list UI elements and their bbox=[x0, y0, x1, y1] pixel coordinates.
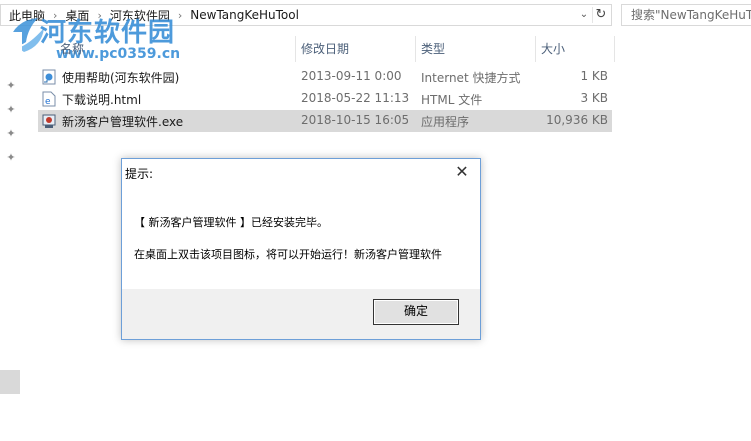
pin-icon[interactable]: ✦ bbox=[5, 128, 17, 140]
chevron-right-icon[interactable]: › bbox=[178, 9, 182, 22]
svg-text:e: e bbox=[45, 97, 51, 107]
file-size: 10,936 KB bbox=[546, 113, 608, 127]
column-name[interactable]: 名称 bbox=[60, 40, 84, 57]
file-name: 使用帮助(河东软件园) bbox=[62, 71, 180, 85]
refresh-icon[interactable]: ↻ bbox=[592, 7, 609, 23]
column-type[interactable]: 类型 bbox=[421, 40, 445, 57]
file-type: 应用程序 bbox=[421, 115, 470, 129]
pin-icon[interactable]: ✦ bbox=[5, 104, 17, 116]
dialog-instruction: 在桌面上双击该项目图标，将可以开始运行！新汤客户管理软件 bbox=[134, 248, 442, 261]
table-row[interactable]: e 下载说明.html 2018-05-22 11:13 HTML 文件 3 K… bbox=[38, 88, 612, 110]
dialog-message: 【 新汤客户管理软件 】已经安装完毕。 bbox=[134, 216, 328, 229]
internet-shortcut-icon bbox=[42, 69, 56, 85]
file-name: 新汤客户管理软件.exe bbox=[62, 115, 184, 129]
ok-button[interactable]: 确定 bbox=[373, 299, 459, 325]
breadcrumb-current-folder[interactable]: NewTangKeHuTool bbox=[190, 8, 299, 22]
file-size: 1 KB bbox=[580, 69, 608, 83]
search-input[interactable]: 搜索"NewTangKeHuTool" bbox=[621, 4, 751, 26]
pin-icon[interactable]: ✦ bbox=[5, 152, 17, 164]
file-type: HTML 文件 bbox=[421, 93, 483, 107]
column-divider[interactable] bbox=[295, 36, 296, 62]
file-date: 2013-09-11 0:00 bbox=[301, 69, 402, 83]
file-date: 2018-10-15 16:05 bbox=[301, 113, 410, 127]
nav-selected-item[interactable] bbox=[0, 370, 20, 394]
file-date: 2018-05-22 11:13 bbox=[301, 91, 410, 105]
column-size[interactable]: 大小 bbox=[541, 40, 565, 57]
html-file-icon: e bbox=[42, 91, 56, 107]
column-header: 名称 修改日期 类型 大小 bbox=[38, 36, 615, 62]
dialog-footer: 确定 bbox=[122, 289, 480, 339]
file-name: 下载说明.html bbox=[62, 93, 142, 107]
column-divider[interactable] bbox=[535, 36, 536, 62]
close-icon[interactable]: ✕ bbox=[450, 162, 474, 182]
column-divider[interactable] bbox=[614, 36, 615, 62]
navigation-pane: ✦ ✦ ✦ ✦ bbox=[0, 32, 22, 441]
file-type: Internet 快捷方式 bbox=[421, 71, 521, 85]
message-dialog: 提示: ✕ 【 新汤客户管理软件 】已经安装完毕。 在桌面上双击该项目图标，将可… bbox=[121, 158, 481, 340]
exe-app-icon bbox=[42, 114, 56, 128]
pin-icon[interactable]: ✦ bbox=[5, 80, 17, 92]
chevron-down-icon[interactable]: ⌄ bbox=[577, 7, 591, 23]
column-date[interactable]: 修改日期 bbox=[301, 40, 349, 57]
dialog-title: 提示: bbox=[125, 167, 154, 181]
table-row[interactable]: 新汤客户管理软件.exe 2018-10-15 16:05 应用程序 10,93… bbox=[38, 110, 612, 132]
file-size: 3 KB bbox=[580, 91, 608, 105]
column-divider[interactable] bbox=[415, 36, 416, 62]
table-row[interactable]: 使用帮助(河东软件园) 2013-09-11 0:00 Internet 快捷方… bbox=[38, 66, 612, 88]
